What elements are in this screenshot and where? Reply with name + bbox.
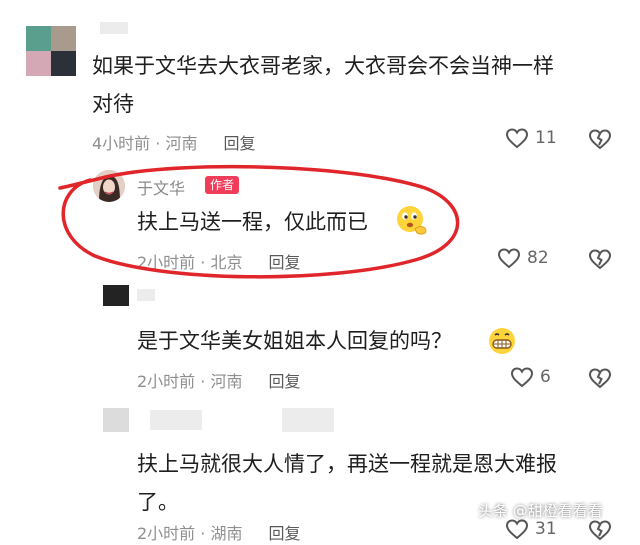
- like-count: 11: [535, 128, 557, 148]
- broken-heart-icon: [588, 249, 612, 270]
- avatar[interactable]: [103, 285, 129, 306]
- author-name[interactable]: 于文华: [137, 175, 185, 199]
- broken-heart-icon: [588, 520, 612, 541]
- heart-icon: [510, 367, 534, 388]
- reply-button[interactable]: 回复: [268, 372, 300, 391]
- comment-location: 河南: [210, 372, 243, 391]
- like-button[interactable]: 31: [505, 518, 557, 540]
- comment-text-line-2: 了。: [137, 490, 179, 514]
- broken-heart-icon: [588, 368, 612, 389]
- dislike-button[interactable]: [588, 128, 612, 154]
- comment-text: 是于文华美女姐姐本人回复的吗？: [137, 329, 452, 353]
- comment-meta: 4小时前 · 河南 回复: [92, 134, 256, 153]
- like-count: 31: [535, 519, 557, 539]
- heart-icon: [505, 128, 529, 149]
- dislike-button[interactable]: [588, 519, 612, 545]
- redacted-username-part: [282, 408, 334, 432]
- author-badge: 作者: [205, 176, 240, 194]
- comment-time: 2小时前: [137, 253, 196, 272]
- author-avatar[interactable]: [93, 170, 125, 202]
- redacted-username: [100, 22, 128, 34]
- reply-button[interactable]: 回复: [268, 253, 300, 272]
- redacted-username: [137, 289, 155, 301]
- redacted-username: [150, 410, 202, 430]
- like-button[interactable]: 11: [505, 127, 557, 149]
- dislike-button[interactable]: [588, 367, 612, 393]
- like-button[interactable]: 82: [497, 247, 549, 269]
- avatar[interactable]: [26, 26, 76, 76]
- author-portrait-icon: [93, 170, 125, 202]
- comment-time: 4小时前: [92, 134, 151, 153]
- like-count: 82: [527, 248, 549, 268]
- comment-meta: 2小时前 · 湖南 回复: [137, 524, 301, 543]
- comment-time: 2小时前: [137, 372, 196, 391]
- comment-text-content: 扶上马送一程，仅此而已: [137, 210, 368, 234]
- comment-text-line-1: 如果于文华去大衣哥老家，大衣哥会不会当神一样: [92, 54, 554, 78]
- like-count: 6: [540, 367, 551, 387]
- avatar[interactable]: [103, 408, 129, 432]
- comment-meta: 2小时前 · 河南 回复: [137, 372, 301, 391]
- thinking-face-emoji: [395, 204, 429, 240]
- reply-button[interactable]: 回复: [223, 134, 255, 153]
- grinning-face-emoji: [486, 326, 518, 360]
- heart-icon: [505, 519, 529, 540]
- broken-heart-icon: [588, 129, 612, 150]
- heart-icon: [497, 248, 521, 269]
- watermark: 头条 @甜橙看看看: [478, 502, 603, 520]
- like-button[interactable]: 6: [510, 366, 551, 388]
- comment-location: 河南: [165, 134, 198, 153]
- comment-text: 扶上马送一程，仅此而已: [137, 203, 368, 241]
- comment-text-line-2: 对待: [92, 92, 134, 116]
- dislike-button[interactable]: [588, 248, 612, 274]
- comment-location: 北京: [210, 253, 243, 272]
- comment-meta: 2小时前 · 北京 回复: [137, 253, 301, 272]
- comment-text-line-1: 扶上马就很大人情了，再送一程就是恩大难报: [137, 452, 557, 476]
